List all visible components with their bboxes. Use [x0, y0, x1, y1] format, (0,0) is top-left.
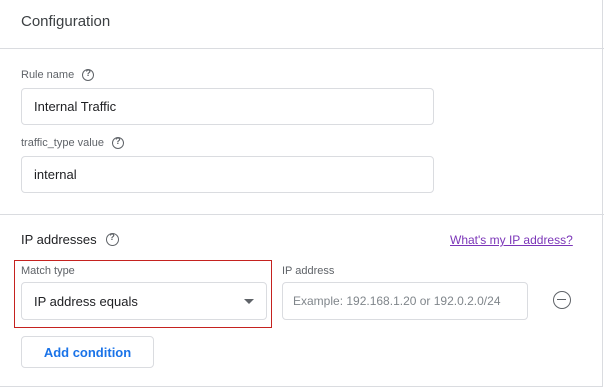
- match-type-select[interactable]: IP address equals: [21, 282, 267, 320]
- add-condition-button[interactable]: Add condition: [21, 336, 154, 368]
- traffic-type-label-text: traffic_type value: [21, 137, 104, 149]
- match-type-selected: IP address equals: [34, 293, 138, 309]
- configuration-card: Configuration Rule name Internal Traffic…: [0, 0, 604, 387]
- section-divider: [0, 214, 604, 215]
- ip-addresses-title: IP addresses: [21, 232, 119, 247]
- rule-name-label-text: Rule name: [21, 69, 75, 81]
- ip-addresses-title-text: IP addresses: [21, 232, 97, 247]
- ip-address-input[interactable]: [282, 282, 528, 320]
- remove-circle-icon[interactable]: [553, 291, 571, 309]
- traffic-type-value: internal: [34, 167, 77, 182]
- rule-name-label: Rule name: [21, 68, 95, 81]
- ip-address-label: IP address: [282, 265, 335, 277]
- help-icon[interactable]: [105, 232, 119, 246]
- rule-name-value: Internal Traffic: [34, 99, 117, 114]
- traffic-type-label: traffic_type value: [21, 136, 124, 149]
- header-title: Configuration: [21, 13, 111, 30]
- whats-my-ip-link[interactable]: What's my IP address?: [450, 233, 573, 247]
- card-header: Configuration: [0, 0, 604, 49]
- rule-name-input[interactable]: Internal Traffic: [21, 88, 434, 125]
- traffic-type-input[interactable]: internal: [21, 156, 434, 193]
- help-icon[interactable]: [82, 68, 95, 81]
- match-type-label: Match type: [21, 265, 75, 277]
- help-icon[interactable]: [111, 136, 124, 149]
- chevron-down-icon: [244, 299, 254, 304]
